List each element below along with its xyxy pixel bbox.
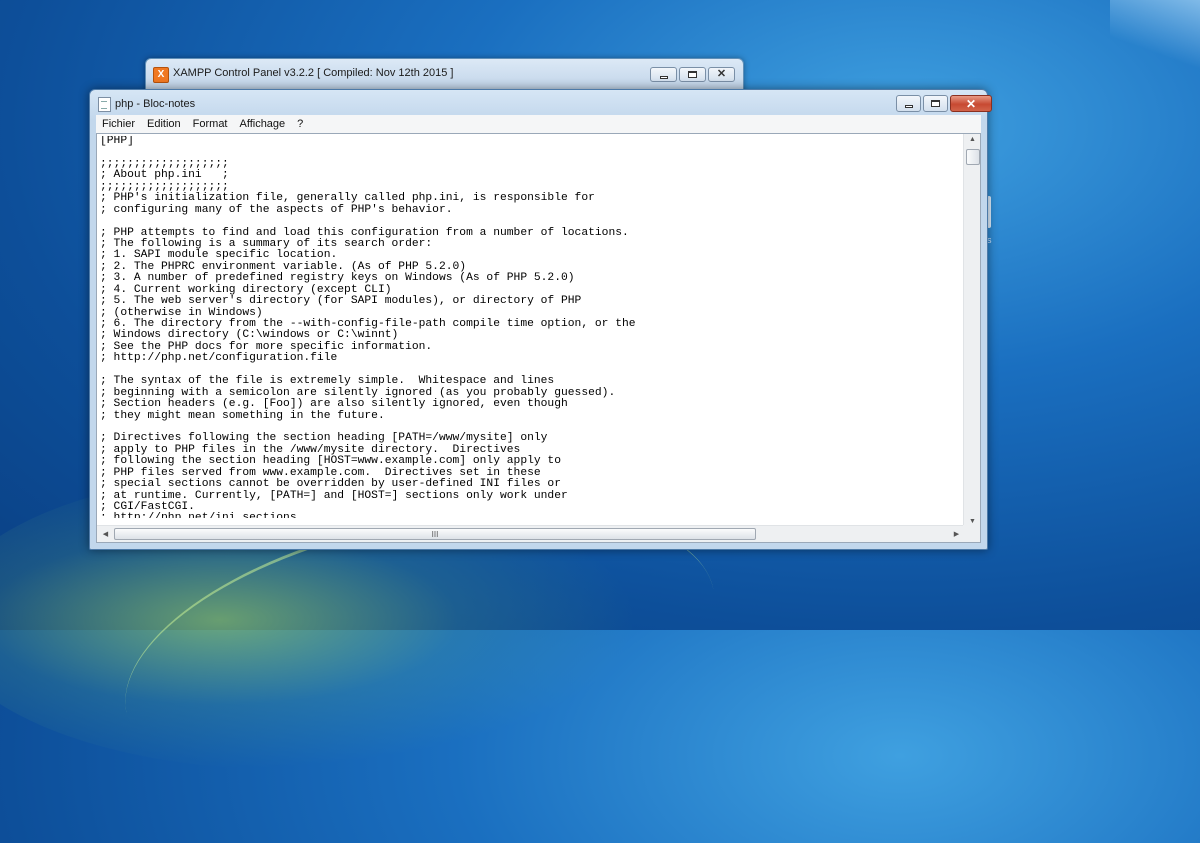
menu-fichier[interactable]: Fichier	[96, 118, 141, 130]
maximize-icon	[931, 100, 940, 107]
menu-affichage[interactable]: Affichage	[234, 118, 292, 130]
wallpaper-highlight	[1110, 0, 1200, 90]
minimize-icon	[659, 76, 668, 79]
vertical-scroll-thumb[interactable]	[966, 149, 980, 165]
close-icon: ✕	[965, 96, 977, 111]
notepad-icon	[98, 97, 111, 112]
editor-line: ; at runtime. Currently, [PATH=] and [HO…	[100, 489, 568, 502]
xampp-close-button[interactable]: ✕	[708, 67, 735, 82]
editor-line: ; following the section heading [HOST=ww…	[100, 455, 561, 468]
xampp-minimize-button[interactable]	[650, 67, 677, 82]
editor-line: [PHP]	[100, 136, 134, 147]
editor-line: ; PHP's initialization file, generally c…	[100, 192, 595, 205]
menu-help[interactable]: ?	[291, 118, 309, 130]
notepad-maximize-button[interactable]	[923, 95, 948, 112]
xampp-window-controls: ✕	[650, 67, 735, 82]
editor-text[interactable]: [PHP];;;;;;;;;;;;;;;;;;;; About php.ini …	[100, 136, 964, 518]
editor-line: ; 3. A number of predefined registry key…	[100, 272, 575, 285]
scroll-down-icon[interactable]: ▼	[964, 518, 980, 525]
editor-line: ; The syntax of the file is extremely si…	[100, 375, 555, 388]
notepad-window-controls: ✕	[896, 95, 992, 112]
menu-bar: Fichier Edition Format Affichage ?	[96, 115, 981, 133]
editor-line: ; special sections cannot be overridden …	[100, 478, 561, 491]
notepad-minimize-button[interactable]	[896, 95, 921, 112]
scroll-left-icon[interactable]: ◀	[97, 530, 114, 538]
editor-line: ; they might mean something in the futur…	[100, 409, 385, 422]
xampp-window-title: XAMPP Control Panel v3.2.2 [ Compiled: N…	[173, 67, 454, 79]
menu-edition[interactable]: Edition	[141, 118, 187, 130]
xampp-maximize-button[interactable]	[679, 67, 706, 82]
editor-line: ; Section headers (e.g. [Foo]) are also …	[100, 398, 568, 411]
editor-line: ; configuring many of the aspects of PHP…	[100, 203, 453, 216]
notepad-window[interactable]: php - Bloc-notes ✕ Fichier Edition Forma…	[89, 89, 992, 550]
editor-line: ; http://php.net/configuration.file	[100, 352, 338, 365]
editor-line: ; 5. The web server's directory (for SAP…	[100, 295, 582, 308]
horizontal-scrollbar[interactable]: ◀ III ▶	[97, 525, 965, 542]
close-icon: ✕	[716, 68, 727, 80]
scrollbar-corner	[963, 525, 980, 542]
xampp-icon: X	[153, 67, 169, 83]
minimize-icon	[904, 105, 913, 108]
editor-line: ; About php.ini ;	[100, 169, 229, 182]
menu-format[interactable]: Format	[187, 118, 234, 130]
editor-area[interactable]: [PHP];;;;;;;;;;;;;;;;;;;; About php.ini …	[96, 133, 981, 543]
editor-line: ;;;;;;;;;;;;;;;;;;;	[100, 157, 229, 170]
notepad-close-button[interactable]: ✕	[950, 95, 992, 112]
scroll-up-icon[interactable]: ▲	[964, 136, 980, 143]
notepad-window-title: php - Bloc-notes	[115, 98, 196, 110]
vertical-scrollbar[interactable]: ▲ ▼	[963, 134, 980, 527]
horizontal-scroll-thumb[interactable]: III	[114, 528, 756, 540]
editor-line: ; http://php.net/ini.sections	[100, 512, 964, 518]
maximize-icon	[688, 71, 697, 78]
